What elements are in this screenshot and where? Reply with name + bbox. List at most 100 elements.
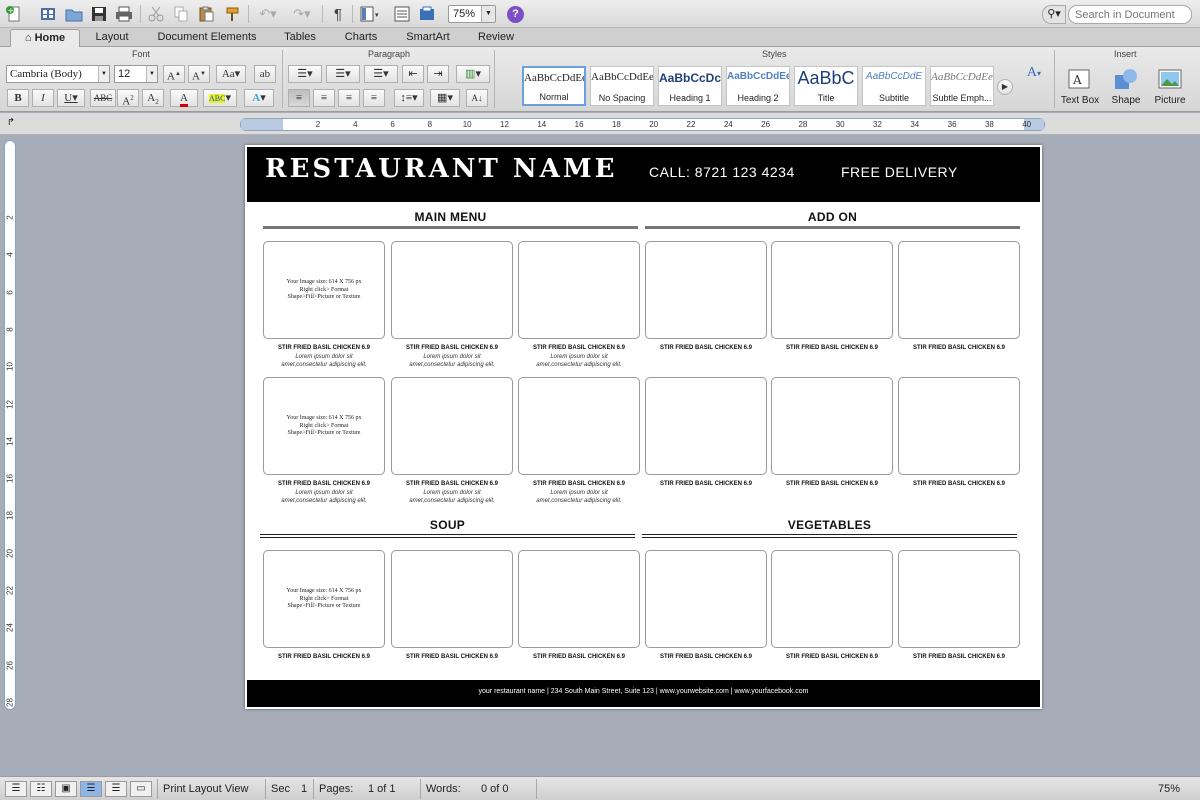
vertical-ruler[interactable]: 2 4 6 8 10 12 14 16 18 20 22 24 26 28 (4, 140, 16, 710)
print-icon[interactable] (114, 4, 134, 24)
zoom-select[interactable]: 75% ▼ (448, 5, 496, 23)
image-placeholder[interactable] (391, 377, 513, 475)
line-spacing-button[interactable]: ↕≡▾ (394, 89, 424, 107)
notebook-layout-view-icon[interactable]: ☰ (105, 781, 127, 797)
align-center-button[interactable]: ≡ (313, 89, 335, 107)
open-folder-icon[interactable] (64, 4, 84, 24)
image-placeholder[interactable] (518, 550, 640, 648)
copy-icon[interactable] (171, 4, 191, 24)
manage-styles-icon[interactable]: A▾ (1021, 65, 1047, 89)
search-input[interactable] (1068, 5, 1192, 24)
grow-font-button[interactable]: A▲ (163, 65, 185, 83)
media-browser-icon[interactable] (392, 4, 412, 24)
tab-selector-icon[interactable]: ↱ (4, 117, 18, 131)
horizontal-ruler[interactable]: 2 4 6 8 10 12 14 16 18 20 22 24 26 28 30 32 34 36 38 40 (240, 118, 1045, 131)
publishing-layout-view-icon[interactable]: ▣ (55, 781, 77, 797)
image-placeholder[interactable] (898, 550, 1020, 648)
image-placeholder[interactable]: Your Image size: 614 X 756 px Right click… (263, 241, 385, 339)
section-title-add-on: ADD ON (807, 210, 858, 224)
strikethrough-button[interactable]: ABC (90, 89, 116, 107)
document-page[interactable]: RESTAURANT NAME CALL: 8721 123 4234 FREE… (245, 145, 1042, 709)
redo-icon[interactable]: ↷▾ (288, 4, 316, 24)
image-placeholder[interactable] (898, 241, 1020, 339)
shape-button[interactable]: Shape (1106, 65, 1146, 109)
search-icon[interactable]: ⚲▾ (1042, 5, 1066, 24)
justify-button[interactable]: ≡ (363, 89, 385, 107)
increase-indent-button[interactable]: ⇥ (427, 65, 449, 83)
picture-button[interactable]: Picture (1150, 65, 1190, 109)
print-layout-view-icon[interactable]: ☰ (80, 781, 102, 797)
style-normal[interactable]: AaBbCcDdEe Normal (522, 66, 586, 106)
style-heading-2[interactable]: AaBbCcDdEe Heading 2 (726, 66, 790, 106)
style-subtle-emphasis[interactable]: AaBbCcDdEe Subtle Emph... (930, 66, 994, 106)
image-placeholder[interactable] (391, 241, 513, 339)
shrink-font-button[interactable]: A▼ (188, 65, 210, 83)
align-left-button[interactable]: ≡ (288, 89, 310, 107)
font-name-select[interactable]: Cambria (Body) ▼ (6, 65, 110, 83)
ruler-number: 18 (611, 120, 621, 129)
image-placeholder[interactable]: Your Image size: 614 X 756 px Right click… (263, 550, 385, 648)
tab-layout[interactable]: Layout (86, 29, 138, 47)
bullets-button[interactable]: ☰▾ (288, 65, 322, 83)
style-title[interactable]: AaBbC Title (794, 66, 858, 106)
undo-icon[interactable]: ↶▾ (254, 4, 282, 24)
tab-review[interactable]: Review (468, 29, 524, 47)
paste-icon[interactable] (196, 4, 216, 24)
image-placeholder[interactable] (898, 377, 1020, 475)
change-case-button[interactable]: Aa▾ (216, 65, 246, 83)
save-icon[interactable] (89, 4, 109, 24)
image-placeholder[interactable] (518, 377, 640, 475)
outline-view-icon[interactable]: ☷ (30, 781, 52, 797)
align-right-button[interactable]: ≡ (338, 89, 360, 107)
image-placeholder[interactable] (391, 550, 513, 648)
style-no-spacing[interactable]: AaBbCcDdEe No Spacing (590, 66, 654, 106)
menu-item-description: Lorem ipsum dolor sit (295, 354, 353, 360)
subscript-button[interactable]: A2 (142, 89, 164, 107)
sidebar-toggle-icon[interactable]: ▾ (358, 4, 384, 24)
draft-view-icon[interactable]: ☰ (5, 781, 27, 797)
focus-view-icon[interactable]: ▭ (130, 781, 152, 797)
templates-gallery-icon[interactable] (38, 4, 58, 24)
tab-charts[interactable]: Charts (334, 29, 388, 47)
highlight-button[interactable]: ABC▾ (203, 89, 237, 107)
cut-icon[interactable] (146, 4, 166, 24)
style-subtitle[interactable]: AaBbCcDdE Subtitle (862, 66, 926, 106)
image-placeholder[interactable] (645, 241, 767, 339)
tab-tables[interactable]: Tables (276, 29, 324, 47)
image-placeholder[interactable] (771, 377, 893, 475)
clear-formatting-button[interactable]: ab (254, 65, 276, 83)
format-painter-icon[interactable] (222, 4, 242, 24)
image-placeholder[interactable] (771, 550, 893, 648)
text-box-button[interactable]: A Text Box (1060, 65, 1100, 109)
shading-button[interactable]: ▦▾ (430, 89, 460, 107)
font-color-button[interactable]: A (170, 89, 198, 107)
zoom-dropdown-icon[interactable]: ▼ (481, 6, 495, 22)
multilevel-list-button[interactable]: ☰▾ (364, 65, 398, 83)
tab-home[interactable]: ⌂ Home (10, 29, 80, 47)
decrease-indent-button[interactable]: ⇤ (402, 65, 424, 83)
style-heading-1[interactable]: AaBbCcDc Heading 1 (658, 66, 722, 106)
font-size-select[interactable]: 12 ▼ (114, 65, 158, 83)
new-document-icon[interactable]: + (4, 4, 24, 24)
text-effects-button[interactable]: A▾ (244, 89, 274, 107)
image-placeholder[interactable]: Your Image size: 614 X 756 px Right click… (263, 377, 385, 475)
italic-button[interactable]: I (32, 89, 54, 107)
underline-button[interactable]: U▾ (57, 89, 85, 107)
tab-document-elements[interactable]: Document Elements (146, 29, 268, 47)
status-zoom-value[interactable]: 75% (1158, 783, 1180, 795)
image-placeholder[interactable] (645, 377, 767, 475)
numbering-button[interactable]: ☰▾ (326, 65, 360, 83)
image-placeholder[interactable] (645, 550, 767, 648)
image-placeholder[interactable] (771, 241, 893, 339)
styles-more-icon[interactable]: ▶ (997, 79, 1013, 95)
superscript-button[interactable]: A2 (117, 89, 139, 108)
show-paragraph-marks-icon[interactable]: ¶ (328, 4, 348, 24)
toolbox-icon[interactable] (417, 4, 437, 24)
help-icon[interactable]: ? (507, 6, 524, 23)
columns-button[interactable]: ▥▾ (456, 65, 490, 83)
sort-button[interactable]: A↓ (466, 89, 488, 107)
image-placeholder[interactable] (518, 241, 640, 339)
bold-button[interactable]: B (7, 89, 29, 107)
footer-contact-line: your restaurant name | 234 South Main St… (478, 688, 809, 695)
tab-smartart[interactable]: SmartArt (396, 29, 460, 47)
